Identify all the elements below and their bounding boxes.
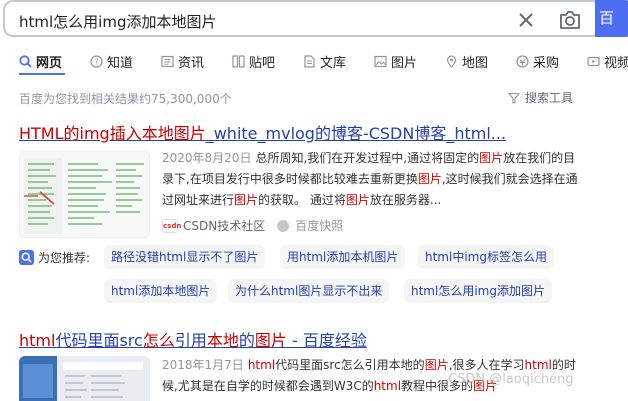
recommend-chip[interactable]: html中img标签怎么用 xyxy=(418,245,554,269)
tab-video[interactable]: 视频 xyxy=(587,48,628,74)
tieba-icon xyxy=(232,54,245,68)
abstract-text: 总所周知,我们在开发过程中,通过将固定的 xyxy=(255,151,480,165)
search-button[interactable]: 百 xyxy=(595,0,628,37)
recommend-label: 为您推荐: xyxy=(19,249,90,266)
search-box[interactable]: html怎么用img添加本地图片 xyxy=(3,0,595,37)
search-input[interactable]: html怎么用img添加本地图片 xyxy=(19,11,216,32)
tab-purchase[interactable]: 采购 xyxy=(516,48,559,74)
abstract-highlight: 图片 xyxy=(479,151,504,165)
tab-bar: 网页 ? 知道 资讯 贴吧 文库 图片 地图 采购 视频 xyxy=(0,48,628,75)
recommend-chip[interactable]: 用html添加本机图片 xyxy=(280,245,406,269)
abstract-text: ,很多人在学习 xyxy=(448,358,525,372)
search-suggest-icon xyxy=(19,250,34,265)
title-text: 引用 xyxy=(174,331,207,350)
tab-label: 采购 xyxy=(533,55,560,71)
doc-icon xyxy=(304,54,315,68)
title-highlight: HTML的img插入本地图片 xyxy=(19,124,206,143)
abstract-highlight: 图片 xyxy=(234,193,259,207)
svg-text:?: ? xyxy=(94,57,98,66)
tab-zhidao[interactable]: ? 知道 xyxy=(90,48,133,74)
search-tools-button[interactable]: 搜索工具 xyxy=(508,89,573,106)
snapshot-icon xyxy=(277,219,290,232)
image-icon xyxy=(374,55,387,67)
result-thumbnail[interactable] xyxy=(19,356,150,401)
map-pin-icon xyxy=(446,54,457,68)
recommend-chip[interactable]: html添加本地图片 xyxy=(104,279,218,303)
search-tools-label: 搜索工具 xyxy=(525,91,574,105)
result-thumbnail[interactable] xyxy=(19,151,150,238)
tab-tieba[interactable]: 贴吧 xyxy=(232,48,275,74)
tab-label: 资讯 xyxy=(178,55,205,71)
tab-images[interactable]: 图片 xyxy=(374,48,417,74)
title-highlight: 本地 xyxy=(206,331,239,350)
abstract-highlight: 图片 xyxy=(417,172,442,186)
search-icon xyxy=(19,54,32,68)
purchase-icon xyxy=(516,54,529,68)
abstract-highlight: html xyxy=(247,358,276,372)
recommend-chip[interactable]: html怎么用img添加图片 xyxy=(404,279,552,303)
abstract-highlight: 图片 xyxy=(345,193,370,207)
tab-wenku[interactable]: 文库 xyxy=(303,48,346,74)
title-text: - 百度经验 xyxy=(286,331,367,350)
tab-news[interactable]: 资讯 xyxy=(161,48,204,74)
tab-map[interactable]: 地图 xyxy=(445,48,488,74)
tab-label: 文库 xyxy=(320,55,347,71)
camera-icon[interactable] xyxy=(558,9,582,31)
tab-label: 贴吧 xyxy=(249,55,276,71)
abstract-text: 代码里面src怎么引用本地的 xyxy=(275,358,425,372)
active-tab-indicator xyxy=(19,73,65,75)
abstract-text: 放在服务器... xyxy=(369,193,442,207)
abstract-text: 的获取。 通过将 xyxy=(258,193,346,207)
csdn-logo-icon: csdn xyxy=(162,218,181,233)
title-highlight: 怎么 xyxy=(142,331,175,350)
abstract-highlight: 图片 xyxy=(424,358,449,372)
result-abstract: 2020年8月20日 总所周知,我们在开发过程中,通过将固定的图片放在我们的目录下… xyxy=(162,148,582,211)
watermark: CSDN @laoqicheng xyxy=(448,372,574,387)
source-name[interactable]: CSDN技术社区 xyxy=(183,217,265,234)
recommend-chip[interactable]: 路径没错html显示不了图片 xyxy=(104,245,266,269)
title-text: _white_mvlog的博客-CSDN博客_html... xyxy=(205,124,507,143)
recommend-chip[interactable]: 为什么html图片显示不出来 xyxy=(228,279,390,303)
tab-web[interactable]: 网页 xyxy=(19,48,62,74)
result-title[interactable]: html代码里面src怎么引用本地的图片 - 百度经验 xyxy=(19,327,367,351)
result-source: csdn CSDN技术社区 百度快照 xyxy=(162,217,343,234)
video-icon xyxy=(587,56,600,66)
result-date: 2018年1月7日 xyxy=(162,358,244,372)
abstract-highlight: html xyxy=(524,358,552,372)
abstract-highlight: html xyxy=(373,379,402,393)
result-count: 百度为您找到相关结果约75,300,000个 xyxy=(19,92,232,106)
title-text: 的 xyxy=(238,331,255,350)
tab-label: 网页 xyxy=(36,55,63,71)
title-highlight: html xyxy=(19,331,56,350)
tab-label: 地图 xyxy=(462,55,489,71)
title-text: 代码里面src xyxy=(55,331,143,350)
tab-label: 视频 xyxy=(604,55,628,71)
snapshot-link[interactable]: 百度快照 xyxy=(295,217,343,234)
title-highlight: 图片 xyxy=(254,331,287,350)
tab-label: 知道 xyxy=(107,55,134,71)
question-icon: ? xyxy=(90,54,103,68)
recommend-label-text: 为您推荐: xyxy=(38,251,91,265)
tab-label: 图片 xyxy=(391,55,418,71)
filter-icon xyxy=(508,92,520,104)
result-date: 2020年8月20日 xyxy=(162,151,252,165)
thumbnail-screenshot xyxy=(19,356,150,401)
result-title[interactable]: HTML的img插入本地图片_white_mvlog的博客-CSDN博客_htm… xyxy=(19,120,506,144)
news-icon xyxy=(161,55,174,67)
clear-icon[interactable] xyxy=(516,10,536,30)
thumbnail-screenshot xyxy=(20,152,149,237)
